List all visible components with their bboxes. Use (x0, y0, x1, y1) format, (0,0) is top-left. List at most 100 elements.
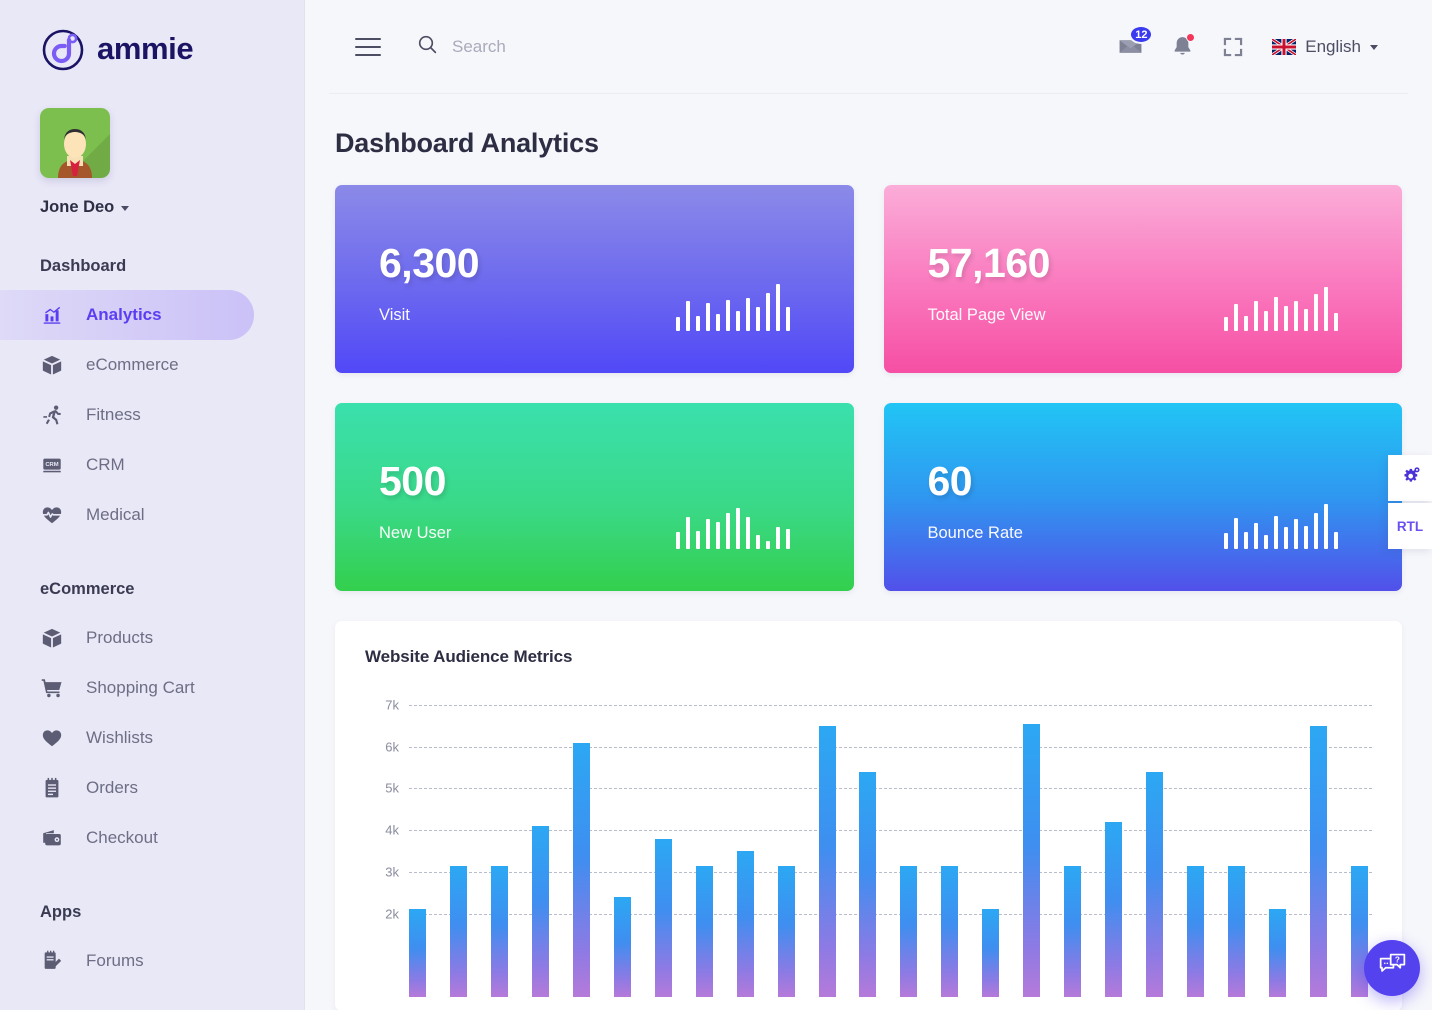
bar[interactable] (1187, 865, 1205, 997)
brand-name: ammie (97, 31, 194, 66)
sparkline-bar (1324, 504, 1328, 549)
bar[interactable] (900, 865, 918, 997)
sparkline-bar (765, 293, 770, 331)
sidebar-item-medical[interactable]: Medical (0, 490, 254, 540)
sparkline-bar (695, 531, 700, 549)
bar[interactable] (1146, 771, 1164, 997)
topbar-actions: 12 English (1118, 25, 1378, 59)
language-selector[interactable]: English (1271, 37, 1378, 57)
sidebar-item-label: Checkout (86, 828, 158, 847)
avatar[interactable] (40, 108, 110, 178)
bar[interactable] (982, 909, 1000, 997)
sidebar-item-fitness[interactable]: Fitness (0, 390, 254, 440)
sidebar-item-analytics[interactable]: Analytics (0, 290, 254, 340)
heartbeat-icon (40, 503, 64, 527)
stat-card-visit[interactable]: 6,300 Visit (335, 185, 854, 373)
sparkline-bar (765, 541, 770, 549)
settings-gears-button[interactable] (1388, 455, 1432, 501)
stat-value: 500 (379, 458, 446, 504)
sparkline-bar (1334, 532, 1338, 549)
bar[interactable] (1105, 821, 1123, 997)
sparkline-bar (755, 535, 760, 549)
stat-value: 57,160 (927, 240, 1051, 286)
sidebar-item-checkout[interactable]: Checkout (0, 813, 254, 863)
bar[interactable] (777, 865, 795, 997)
heart-icon (40, 726, 64, 750)
chevron-down-icon (1370, 45, 1378, 50)
sparkline-bar (745, 517, 750, 549)
chat-help-icon: ? (1377, 950, 1408, 986)
mail-icon[interactable]: 12 (1118, 25, 1154, 59)
cart-icon (40, 676, 64, 700)
running-icon (40, 403, 64, 427)
rtl-toggle-button[interactable]: RTL (1388, 503, 1432, 549)
bar[interactable] (1023, 723, 1041, 997)
sparkline-bar (745, 298, 750, 331)
sparkline-bar (1224, 317, 1228, 331)
stat-card-new-user[interactable]: 500 New User (335, 403, 854, 591)
page-content: Dashboard Analytics 6,300 Visit 57,160 T… (305, 94, 1432, 1010)
box-icon (40, 353, 64, 377)
y-axis-tick-label: 7k (385, 697, 399, 713)
sparkline-bar (1264, 311, 1268, 331)
sidebar-item-shopping-cart[interactable]: Shopping Cart (0, 663, 254, 713)
sidebar-item-products[interactable]: Products (0, 613, 254, 663)
clipboard-icon (40, 776, 64, 800)
sparkline-bar (675, 532, 680, 549)
bar[interactable] (490, 865, 508, 997)
search-input[interactable] (452, 36, 792, 57)
bar[interactable] (859, 771, 877, 997)
sidebar-item-wishlists[interactable]: Wishlists (0, 713, 254, 763)
brand-logo[interactable]: ammie (0, 0, 304, 72)
sparkline-bar (685, 517, 690, 549)
y-axis-tick-label: 3k (385, 864, 399, 880)
bar[interactable] (449, 865, 467, 997)
bar-chart-icon (40, 303, 64, 327)
search-box[interactable] (417, 34, 1118, 60)
bar-chart[interactable]: 7k 6k 5k 4k 3k 2k (365, 687, 1372, 997)
bar[interactable] (1269, 909, 1287, 997)
bar[interactable] (531, 825, 549, 997)
bar[interactable] (695, 865, 713, 997)
sidebar-item-label: Wishlists (86, 728, 154, 747)
bell-icon[interactable] (1171, 33, 1196, 58)
sparkline-chart (675, 499, 790, 549)
bar[interactable] (941, 865, 959, 997)
main-content: 12 (305, 0, 1432, 1010)
y-axis-tick-label: 2k (385, 906, 399, 922)
bar[interactable] (736, 851, 754, 997)
bar[interactable] (654, 838, 672, 997)
sidebar-item-ecommerce[interactable]: eCommerce (0, 340, 254, 390)
bar[interactable] (1309, 725, 1327, 997)
bar[interactable] (572, 742, 590, 997)
chat-help-button[interactable]: ? (1364, 940, 1420, 996)
bar[interactable] (613, 896, 631, 997)
sparkline-bar (685, 301, 690, 331)
stat-card-bounce-rate[interactable]: 60 Bounce Rate (883, 403, 1402, 591)
hamburger-icon[interactable] (355, 37, 381, 56)
bar[interactable] (1064, 865, 1082, 997)
stat-card-total-page-view[interactable]: 57,160 Total Page View (883, 185, 1402, 373)
sparkline-bar (1274, 516, 1278, 549)
crm-icon: CRM (40, 453, 64, 477)
sparkline-bar (725, 300, 730, 331)
sparkline-bar (735, 508, 740, 549)
sparkline-bar (775, 527, 780, 549)
profile-block: Jone Deo (0, 72, 304, 217)
bar-series (409, 687, 1368, 997)
sparkline-bar (715, 314, 720, 331)
sidebar-item-forums[interactable]: Forums (0, 936, 254, 986)
sidebar-section-dashboard: Dashboard (40, 257, 127, 275)
bar[interactable] (1228, 865, 1246, 997)
sparkline-bar (715, 522, 720, 549)
bar[interactable] (409, 909, 426, 997)
fullscreen-icon[interactable] (1222, 36, 1244, 58)
ammie-logo-icon (40, 26, 86, 72)
sidebar-section-apps: Apps (40, 903, 82, 921)
profile-name-dropdown[interactable]: Jone Deo (40, 198, 304, 217)
sidebar-item-orders[interactable]: Orders (0, 763, 254, 813)
sidebar-item-label: Products (86, 628, 154, 647)
sidebar-item-crm[interactable]: CRM CRM (0, 440, 254, 490)
bar[interactable] (818, 725, 836, 997)
sparkline-chart (1224, 281, 1338, 331)
